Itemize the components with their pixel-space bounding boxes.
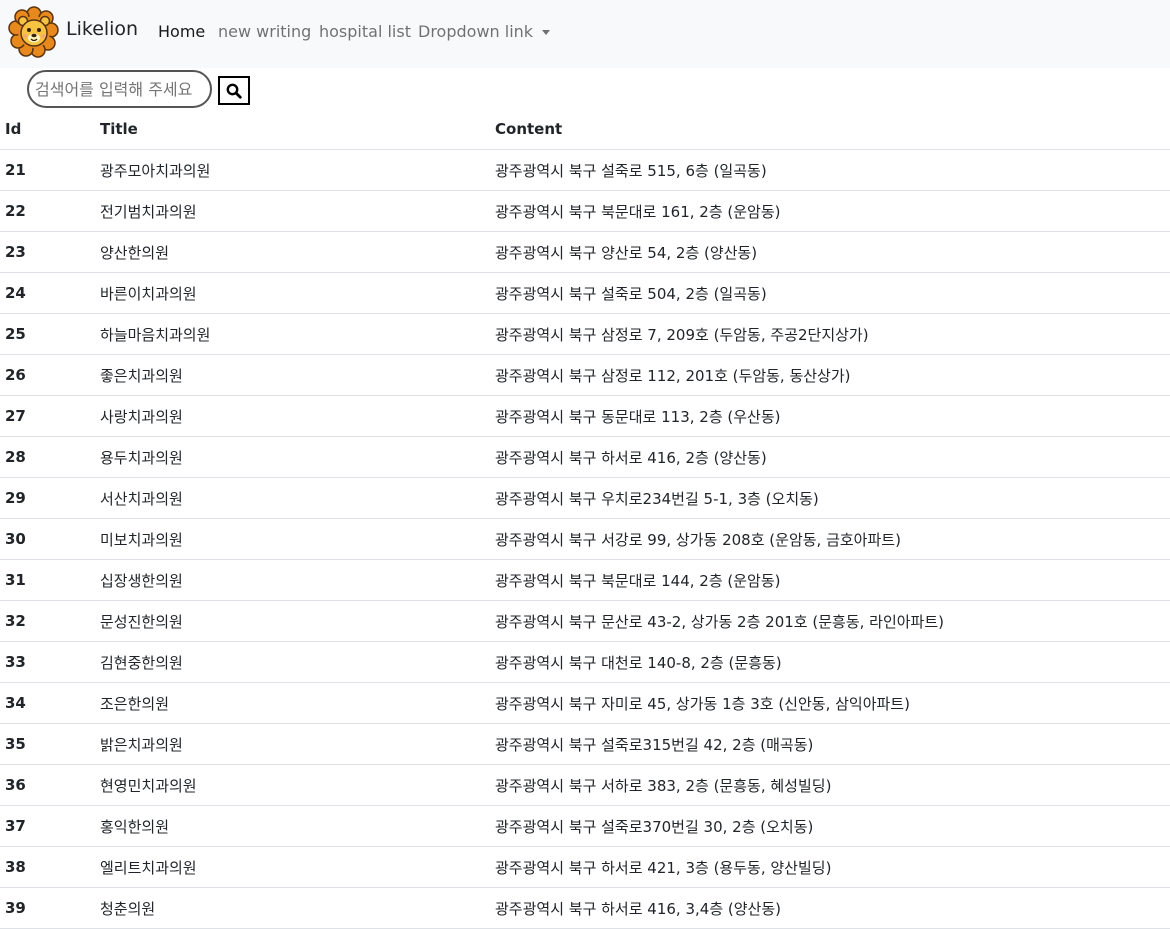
table-row: 21 광주모아치과의원 광주광역시 북구 설죽로 515, 6층 (일곡동): [0, 149, 1170, 191]
navbar: Likelion Home new writing hospital list …: [0, 0, 1170, 68]
row-content-cell: 광주광역시 북구 북문대로 161, 2층 (운암동): [490, 190, 1170, 232]
row-content-cell: 광주광역시 북구 문산로 43-2, 상가동 2층 201호 (문흥동, 라인아…: [490, 600, 1170, 642]
table-row: 26 좋은치과의원 광주광역시 북구 삼정로 112, 201호 (두암동, 동산상…: [0, 354, 1170, 396]
row-id-cell: 36: [0, 764, 95, 806]
row-id-cell: 27: [0, 395, 95, 437]
row-id-cell: 24: [0, 272, 95, 314]
row-content-cell: 광주광역시 북구 설죽로370번길 30, 2층 (오치동): [490, 805, 1170, 847]
row-content-cell: 광주광역시 북구 설죽로315번길 42, 2층 (매곡동): [490, 723, 1170, 765]
table-body: 21 광주모아치과의원 광주광역시 북구 설죽로 515, 6층 (일곡동) 22 전기…: [0, 149, 1170, 929]
column-header-title: Title: [95, 109, 490, 150]
row-title-cell: 문성진한의원: [95, 600, 490, 642]
row-id-cell: 22: [0, 190, 95, 232]
nav-link-dropdown[interactable]: Dropdown link: [418, 20, 551, 44]
row-id-cell: 21: [0, 149, 95, 191]
row-content-cell: 광주광역시 북구 자미로 45, 상가동 1층 3호 (신안동, 삼익아파트): [490, 682, 1170, 724]
row-content-cell: 광주광역시 북구 하서로 416, 2층 (양산동): [490, 436, 1170, 478]
caret-down-icon: [542, 30, 551, 35]
row-title-cell: 양산한의원: [95, 231, 490, 273]
nav-link-new-writing[interactable]: new writing: [218, 20, 311, 44]
table-row: 37 홍익한의원 광주광역시 북구 설죽로370번길 30, 2층 (오치동): [0, 805, 1170, 847]
table-row: 28 용두치과의원 광주광역시 북구 하서로 416, 2층 (양산동): [0, 436, 1170, 478]
row-content-cell: 광주광역시 북구 하서로 421, 3층 (용두동, 양산빌딩): [490, 846, 1170, 888]
row-id-cell: 39: [0, 887, 95, 929]
table-row: 32 문성진한의원 광주광역시 북구 문산로 43-2, 상가동 2층 201호 (…: [0, 600, 1170, 642]
nav-link-hospital-list[interactable]: hospital list: [319, 20, 411, 44]
table-header-row: Id Title Content: [0, 109, 1170, 150]
row-content-cell: 광주광역시 북구 우치로234번길 5-1, 3층 (오치동): [490, 477, 1170, 519]
row-title-cell: 엘리트치과의원: [95, 846, 490, 888]
row-title-cell: 사랑치과의원: [95, 395, 490, 437]
row-title-cell: 김현중한의원: [95, 641, 490, 683]
table-row: 30 미보치과의원 광주광역시 북구 서강로 99, 상가동 208호 (운암동, …: [0, 518, 1170, 560]
table-row: 25 하늘마음치과의원 광주광역시 북구 삼정로 7, 209호 (두암동, 주공2…: [0, 313, 1170, 355]
table-row: 22 전기범치과의원 광주광역시 북구 북문대로 161, 2층 (운암동): [0, 190, 1170, 232]
table-row: 33 김현중한의원 광주광역시 북구 대천로 140-8, 2층 (문흥동): [0, 641, 1170, 683]
dropdown-link-label: Dropdown link: [418, 22, 534, 41]
table-row: 39 청춘의원 광주광역시 북구 하서로 416, 3,4층 (양산동): [0, 887, 1170, 929]
row-title-cell: 바른이치과의원: [95, 272, 490, 314]
row-id-cell: 32: [0, 600, 95, 642]
row-title-cell: 홍익한의원: [95, 805, 490, 847]
table-row: 38 엘리트치과의원 광주광역시 북구 하서로 421, 3층 (용두동, 양산빌딩…: [0, 846, 1170, 888]
search-input[interactable]: [27, 70, 212, 108]
row-content-cell: 광주광역시 북구 하서로 416, 3,4층 (양산동): [490, 887, 1170, 929]
column-header-content: Content: [490, 109, 1170, 150]
row-content-cell: 광주광역시 북구 양산로 54, 2층 (양산동): [490, 231, 1170, 273]
table-row: 23 양산한의원 광주광역시 북구 양산로 54, 2층 (양산동): [0, 231, 1170, 273]
search-icon: [226, 83, 242, 99]
row-content-cell: 광주광역시 북구 삼정로 7, 209호 (두암동, 주공2단지상가): [490, 313, 1170, 355]
row-title-cell: 미보치과의원: [95, 518, 490, 560]
row-id-cell: 37: [0, 805, 95, 847]
row-title-cell: 십장생한의원: [95, 559, 490, 601]
row-title-cell: 밝은치과의원: [95, 723, 490, 765]
column-header-id: Id: [0, 109, 95, 150]
row-title-cell: 현영민치과의원: [95, 764, 490, 806]
row-id-cell: 34: [0, 682, 95, 724]
row-content-cell: 광주광역시 북구 삼정로 112, 201호 (두암동, 동산상가): [490, 354, 1170, 396]
row-id-cell: 23: [0, 231, 95, 273]
table-row: 35 밝은치과의원 광주광역시 북구 설죽로315번길 42, 2층 (매곡동): [0, 723, 1170, 765]
row-id-cell: 28: [0, 436, 95, 478]
row-title-cell: 서산치과의원: [95, 477, 490, 519]
row-content-cell: 광주광역시 북구 대천로 140-8, 2층 (문흥동): [490, 641, 1170, 683]
row-title-cell: 조은한의원: [95, 682, 490, 724]
brand-name[interactable]: Likelion: [66, 16, 138, 42]
table-row: 34 조은한의원 광주광역시 북구 자미로 45, 상가동 1층 3호 (신안동, …: [0, 682, 1170, 724]
row-title-cell: 전기범치과의원: [95, 190, 490, 232]
row-id-cell: 33: [0, 641, 95, 683]
row-content-cell: 광주광역시 북구 설죽로 515, 6층 (일곡동): [490, 149, 1170, 191]
row-id-cell: 25: [0, 313, 95, 355]
hospital-table: Id Title Content 21 광주모아치과의원 광주광역시 북구 설죽로 …: [0, 109, 1170, 929]
row-title-cell: 하늘마음치과의원: [95, 313, 490, 355]
row-content-cell: 광주광역시 북구 동문대로 113, 2층 (우산동): [490, 395, 1170, 437]
table-row: 29 서산치과의원 광주광역시 북구 우치로234번길 5-1, 3층 (오치동): [0, 477, 1170, 519]
row-title-cell: 광주모아치과의원: [95, 149, 490, 191]
row-content-cell: 광주광역시 북구 서강로 99, 상가동 208호 (운암동, 금호아파트): [490, 518, 1170, 560]
row-title-cell: 좋은치과의원: [95, 354, 490, 396]
row-id-cell: 29: [0, 477, 95, 519]
table-row: 31 십장생한의원 광주광역시 북구 북문대로 144, 2층 (운암동): [0, 559, 1170, 601]
row-content-cell: 광주광역시 북구 북문대로 144, 2층 (운암동): [490, 559, 1170, 601]
nav-link-home[interactable]: Home: [158, 20, 205, 44]
row-id-cell: 38: [0, 846, 95, 888]
row-content-cell: 광주광역시 북구 설죽로 504, 2층 (일곡동): [490, 272, 1170, 314]
table-row: 36 현영민치과의원 광주광역시 북구 서하로 383, 2층 (문흥동, 혜성빌딩…: [0, 764, 1170, 806]
lion-logo-icon[interactable]: [8, 6, 60, 58]
row-title-cell: 용두치과의원: [95, 436, 490, 478]
row-content-cell: 광주광역시 북구 서하로 383, 2층 (문흥동, 혜성빌딩): [490, 764, 1170, 806]
row-id-cell: 31: [0, 559, 95, 601]
row-id-cell: 35: [0, 723, 95, 765]
table-row: 27 사랑치과의원 광주광역시 북구 동문대로 113, 2층 (우산동): [0, 395, 1170, 437]
search-button[interactable]: [218, 76, 250, 105]
row-id-cell: 30: [0, 518, 95, 560]
table-row: 24 바른이치과의원 광주광역시 북구 설죽로 504, 2층 (일곡동): [0, 272, 1170, 314]
row-title-cell: 청춘의원: [95, 887, 490, 929]
row-id-cell: 26: [0, 354, 95, 396]
